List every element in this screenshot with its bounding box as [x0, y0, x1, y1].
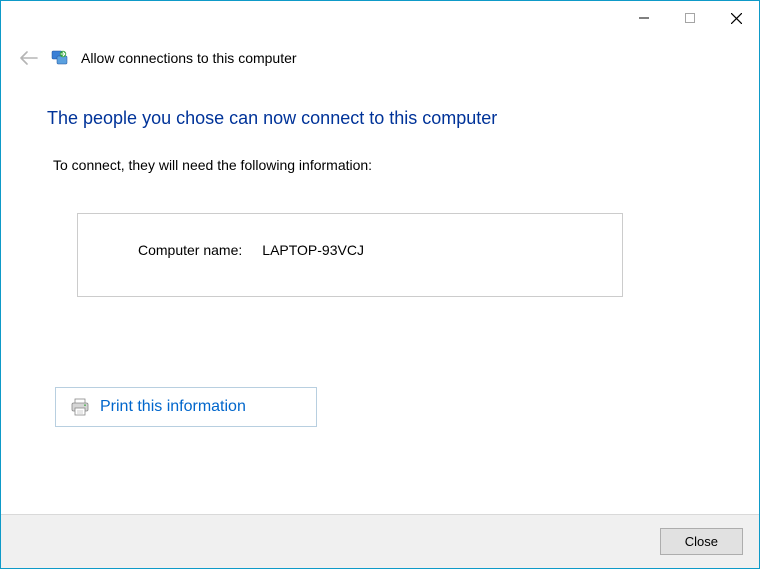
remote-desktop-icon [51, 49, 69, 67]
connection-info-box: Computer name: LAPTOP-93VCJ [77, 213, 623, 297]
minimize-button[interactable] [621, 3, 667, 33]
computer-name-label: Computer name: [138, 242, 242, 258]
print-information-link[interactable]: Print this information [55, 387, 317, 427]
footer-bar: Close [1, 514, 759, 568]
close-button[interactable]: Close [660, 528, 743, 555]
computer-name-row: Computer name: LAPTOP-93VCJ [138, 242, 592, 258]
wizard-title: Allow connections to this computer [81, 50, 297, 66]
wizard-header: Allow connections to this computer [1, 36, 759, 78]
titlebar [1, 1, 759, 36]
content-area: The people you chose can now connect to … [1, 78, 759, 427]
page-heading: The people you chose can now connect to … [47, 108, 713, 129]
instruction-text: To connect, they will need the following… [47, 157, 713, 173]
close-window-button[interactable] [713, 3, 759, 33]
computer-name-value: LAPTOP-93VCJ [262, 242, 364, 258]
print-link-label: Print this information [100, 398, 246, 416]
maximize-button [667, 3, 713, 33]
back-arrow-icon [19, 48, 39, 68]
printer-icon [70, 398, 90, 416]
